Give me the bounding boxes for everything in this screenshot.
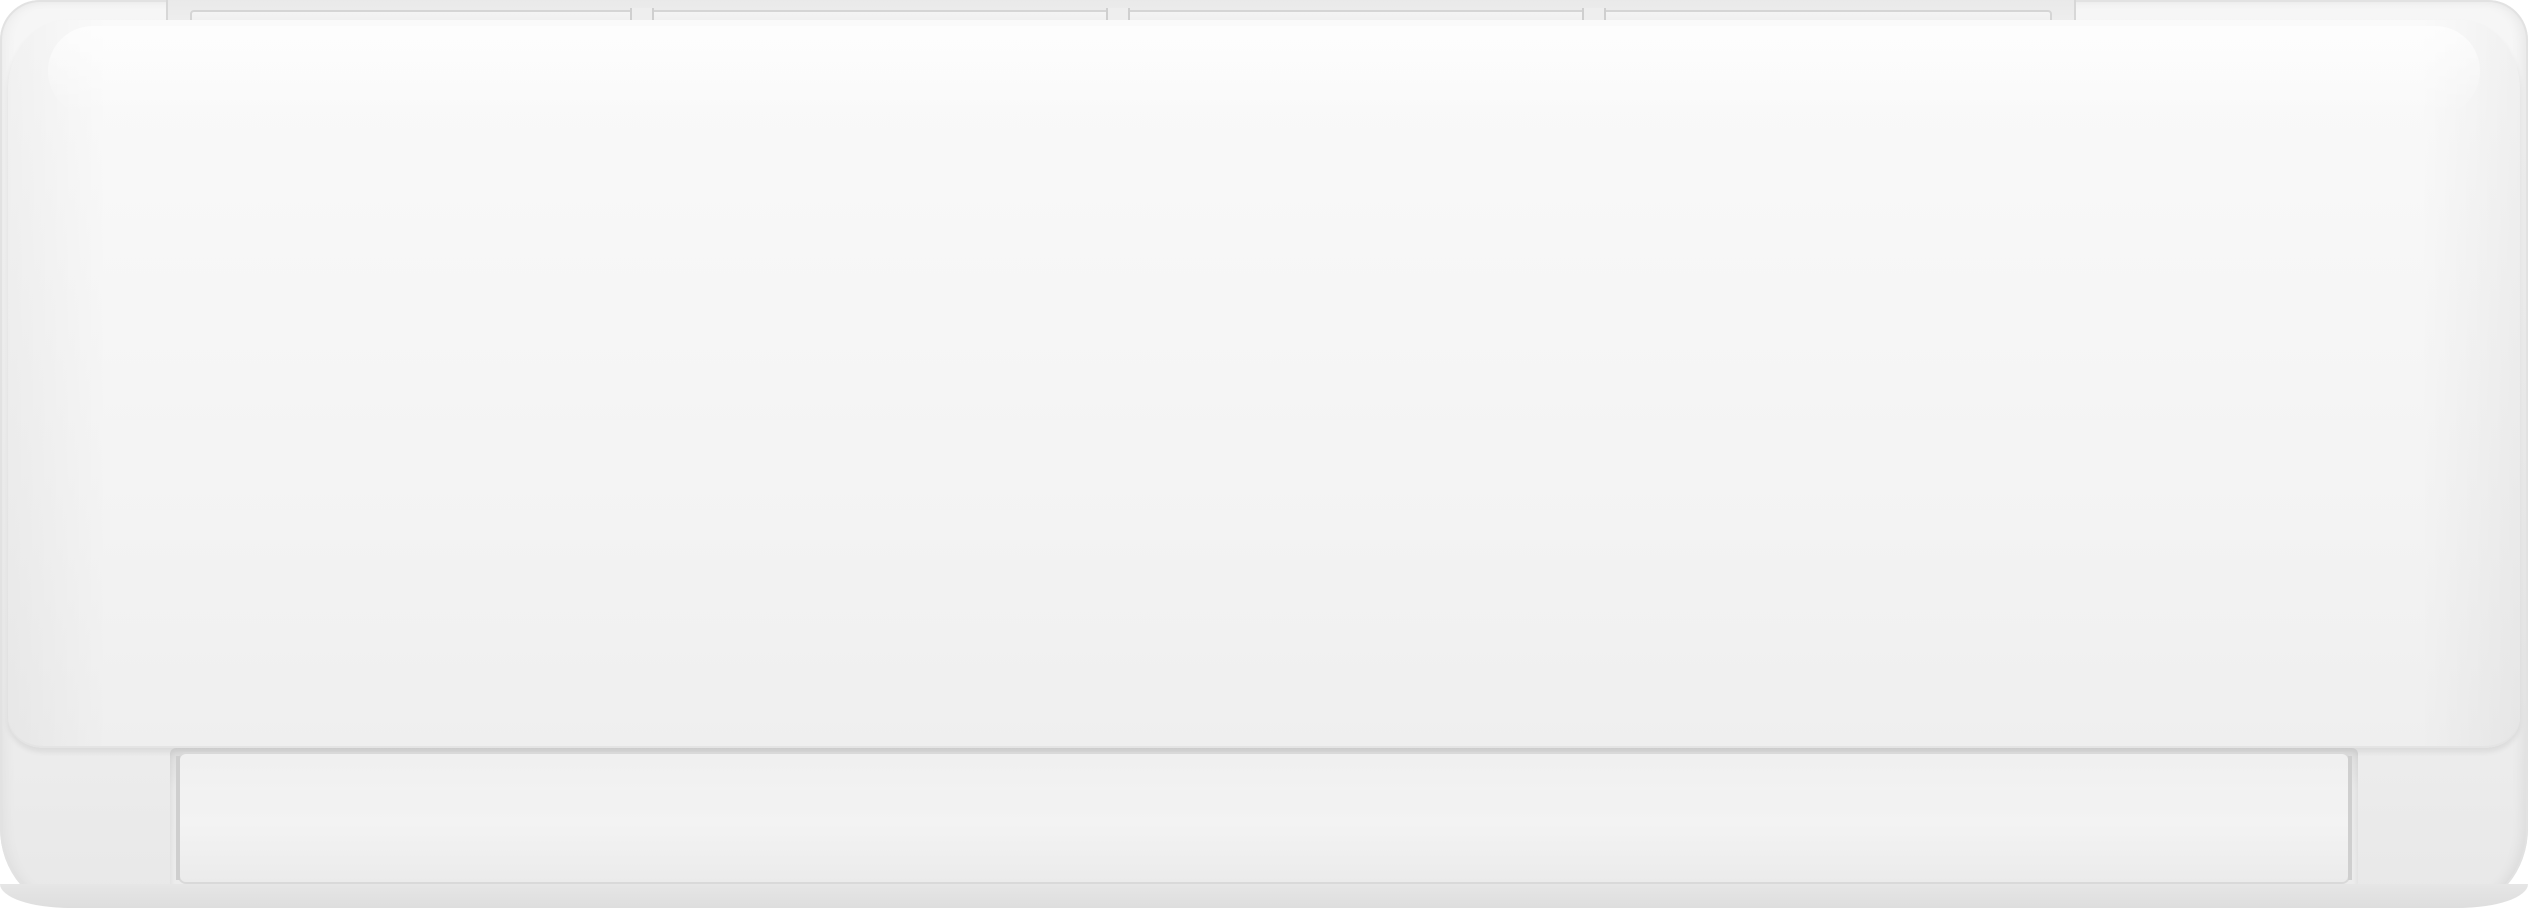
air-louver-flap [178,752,2350,884]
front-panel [8,20,2520,748]
louver-right-edge [2348,756,2352,880]
bottom-casing-lip [0,884,2528,908]
ac-unit-photo [0,0,2529,909]
louver-left-edge [176,756,180,880]
